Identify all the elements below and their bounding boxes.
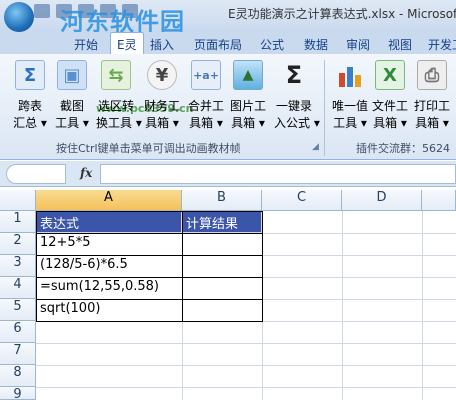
- merge-icon: +a+: [191, 60, 221, 90]
- column-header-b[interactable]: B: [182, 190, 262, 211]
- bar-chart-icon: [335, 60, 365, 90]
- row-header-6[interactable]: 6: [0, 321, 36, 343]
- cell-a3[interactable]: (128/5-6)*6.5: [37, 256, 182, 277]
- one-click-formula-button[interactable]: Σ 一键录入公式 ▾: [274, 60, 320, 132]
- sum-formula-icon: Σ: [285, 61, 303, 89]
- column-header-c[interactable]: C: [262, 190, 342, 211]
- tab-developer[interactable]: 开发工: [428, 36, 456, 53]
- button-label-line1: 图片工: [229, 99, 266, 113]
- button-label-line2: 换工具 ▾: [96, 116, 142, 130]
- row-header-3[interactable]: 3: [0, 255, 36, 277]
- row-header-5[interactable]: 5: [0, 299, 36, 321]
- button-label-line1: 文件工: [371, 99, 408, 113]
- button-label-line2: 具箱 ▾: [373, 116, 407, 130]
- group-label-left: 按住Ctrl键单击菜单可调出动画教材帧: [56, 142, 241, 155]
- group-separator: [324, 60, 325, 156]
- column-header-a[interactable]: A: [36, 190, 182, 211]
- range-convert-icon: ⇆: [101, 60, 131, 90]
- button-label-line2: 具箱 ▾: [189, 116, 223, 130]
- button-label-line1: 一键录: [275, 99, 312, 113]
- button-label-line2: 汇总 ▾: [13, 116, 47, 130]
- screenshot-icon: ▣: [57, 60, 87, 90]
- printer-icon: ⎙: [417, 60, 447, 90]
- excel-file-icon: X: [375, 60, 405, 90]
- cross-sheet-summary-button[interactable]: Σ 跨表汇总 ▾: [10, 60, 50, 132]
- column-header-d[interactable]: D: [342, 190, 422, 211]
- sigma-table-icon: Σ: [15, 60, 45, 90]
- screenshot-tool-button[interactable]: ▣ 截图工具 ▾: [52, 60, 92, 132]
- tab-view[interactable]: 视图: [388, 36, 412, 53]
- formula-input[interactable]: [100, 164, 456, 184]
- title-bar: 河东软件园 E灵功能演示之计算表达式.xlsx - Microsoft: [0, 0, 456, 36]
- cell-a2[interactable]: 12+5*5: [37, 234, 182, 255]
- tab-eling[interactable]: E灵: [110, 32, 144, 54]
- worksheet-grid: A B C D 1 2 3 4 5 6 7 8 9 表达式 计算结果 12+5*…: [0, 190, 456, 400]
- row-header-9[interactable]: 9: [0, 387, 36, 400]
- button-label-line1: 唯一值: [331, 99, 368, 113]
- row-header-8[interactable]: 8: [0, 365, 36, 387]
- window-title: E灵功能演示之计算表达式.xlsx - Microsoft: [228, 7, 456, 21]
- select-all-corner[interactable]: [0, 190, 36, 211]
- file-toolbox-button[interactable]: X 文件工具箱 ▾: [370, 60, 410, 132]
- button-label-line1: 选区转: [97, 99, 134, 113]
- row-header-4[interactable]: 4: [0, 277, 36, 299]
- tab-home[interactable]: 开始: [74, 36, 98, 53]
- name-box[interactable]: [6, 164, 66, 184]
- unique-value-tool-button[interactable]: 唯一值工具 ▾: [330, 60, 370, 132]
- print-toolbox-button[interactable]: ⎙ 打印工具箱 ▾: [412, 60, 452, 132]
- merge-toolbox-button[interactable]: +a+ 合并工具箱 ▾: [186, 60, 226, 132]
- save-icon[interactable]: [34, 4, 50, 18]
- button-label-line2: 具箱 ▾: [415, 116, 449, 130]
- finance-toolbox-button[interactable]: ¥ 财务工具箱 ▾: [142, 60, 182, 132]
- row-header-2[interactable]: 2: [0, 233, 36, 255]
- range-convert-button[interactable]: ⇆ 选区转换工具 ▾: [96, 60, 142, 132]
- button-label-line2: 具箱 ▾: [145, 116, 179, 130]
- cell-a4[interactable]: =sum(12,55,0.58): [37, 278, 182, 299]
- button-label-line1: 财务工: [143, 99, 180, 113]
- fx-icon[interactable]: fx: [80, 166, 92, 180]
- yen-icon: ¥: [147, 60, 177, 90]
- tab-page-layout[interactable]: 页面布局: [194, 36, 242, 53]
- button-label-line2: 入公式 ▾: [274, 116, 320, 130]
- button-label-line1: 合并工: [187, 99, 224, 113]
- cell-a5[interactable]: sqrt(100): [37, 300, 182, 321]
- row-header-7[interactable]: 7: [0, 343, 36, 365]
- group-label-right: 插件交流群：5624: [356, 142, 450, 155]
- button-label-line2: 工具 ▾: [333, 116, 367, 130]
- dialog-launcher-icon[interactable]: ◢: [312, 142, 319, 152]
- picture-icon: ▲: [233, 60, 263, 90]
- office-button[interactable]: [4, 2, 34, 32]
- tab-data[interactable]: 数据: [304, 36, 328, 53]
- tab-formulas[interactable]: 公式: [260, 36, 284, 53]
- tab-insert[interactable]: 插入: [150, 36, 174, 53]
- ribbon: www.pc0359.cn Σ 跨表 汇总 ▾ ▣ 截图 工具 ▾ ⇆ 选区转 换工具…: [0, 54, 456, 160]
- column-header-e[interactable]: [422, 190, 456, 211]
- row-header-1[interactable]: 1: [0, 211, 36, 233]
- formula-bar: fx: [0, 161, 456, 187]
- picture-toolbox-button[interactable]: ▲ 图片工具箱 ▾: [228, 60, 268, 132]
- button-label-line1: 打印工: [413, 99, 450, 113]
- button-label-line2: 具箱 ▾: [231, 116, 265, 130]
- ribbon-tabs: 开始 E灵 插入 页面布局 公式 数据 审阅 视图 开发工: [0, 32, 456, 54]
- button-label-line2: 工具 ▾: [55, 116, 89, 130]
- button-label-line1: 截图: [59, 99, 84, 113]
- cell-a1[interactable]: 表达式: [37, 212, 182, 233]
- button-label-line1: 跨表: [17, 99, 42, 113]
- cell-b1[interactable]: 计算结果: [183, 212, 262, 233]
- tab-review[interactable]: 审阅: [346, 36, 370, 53]
